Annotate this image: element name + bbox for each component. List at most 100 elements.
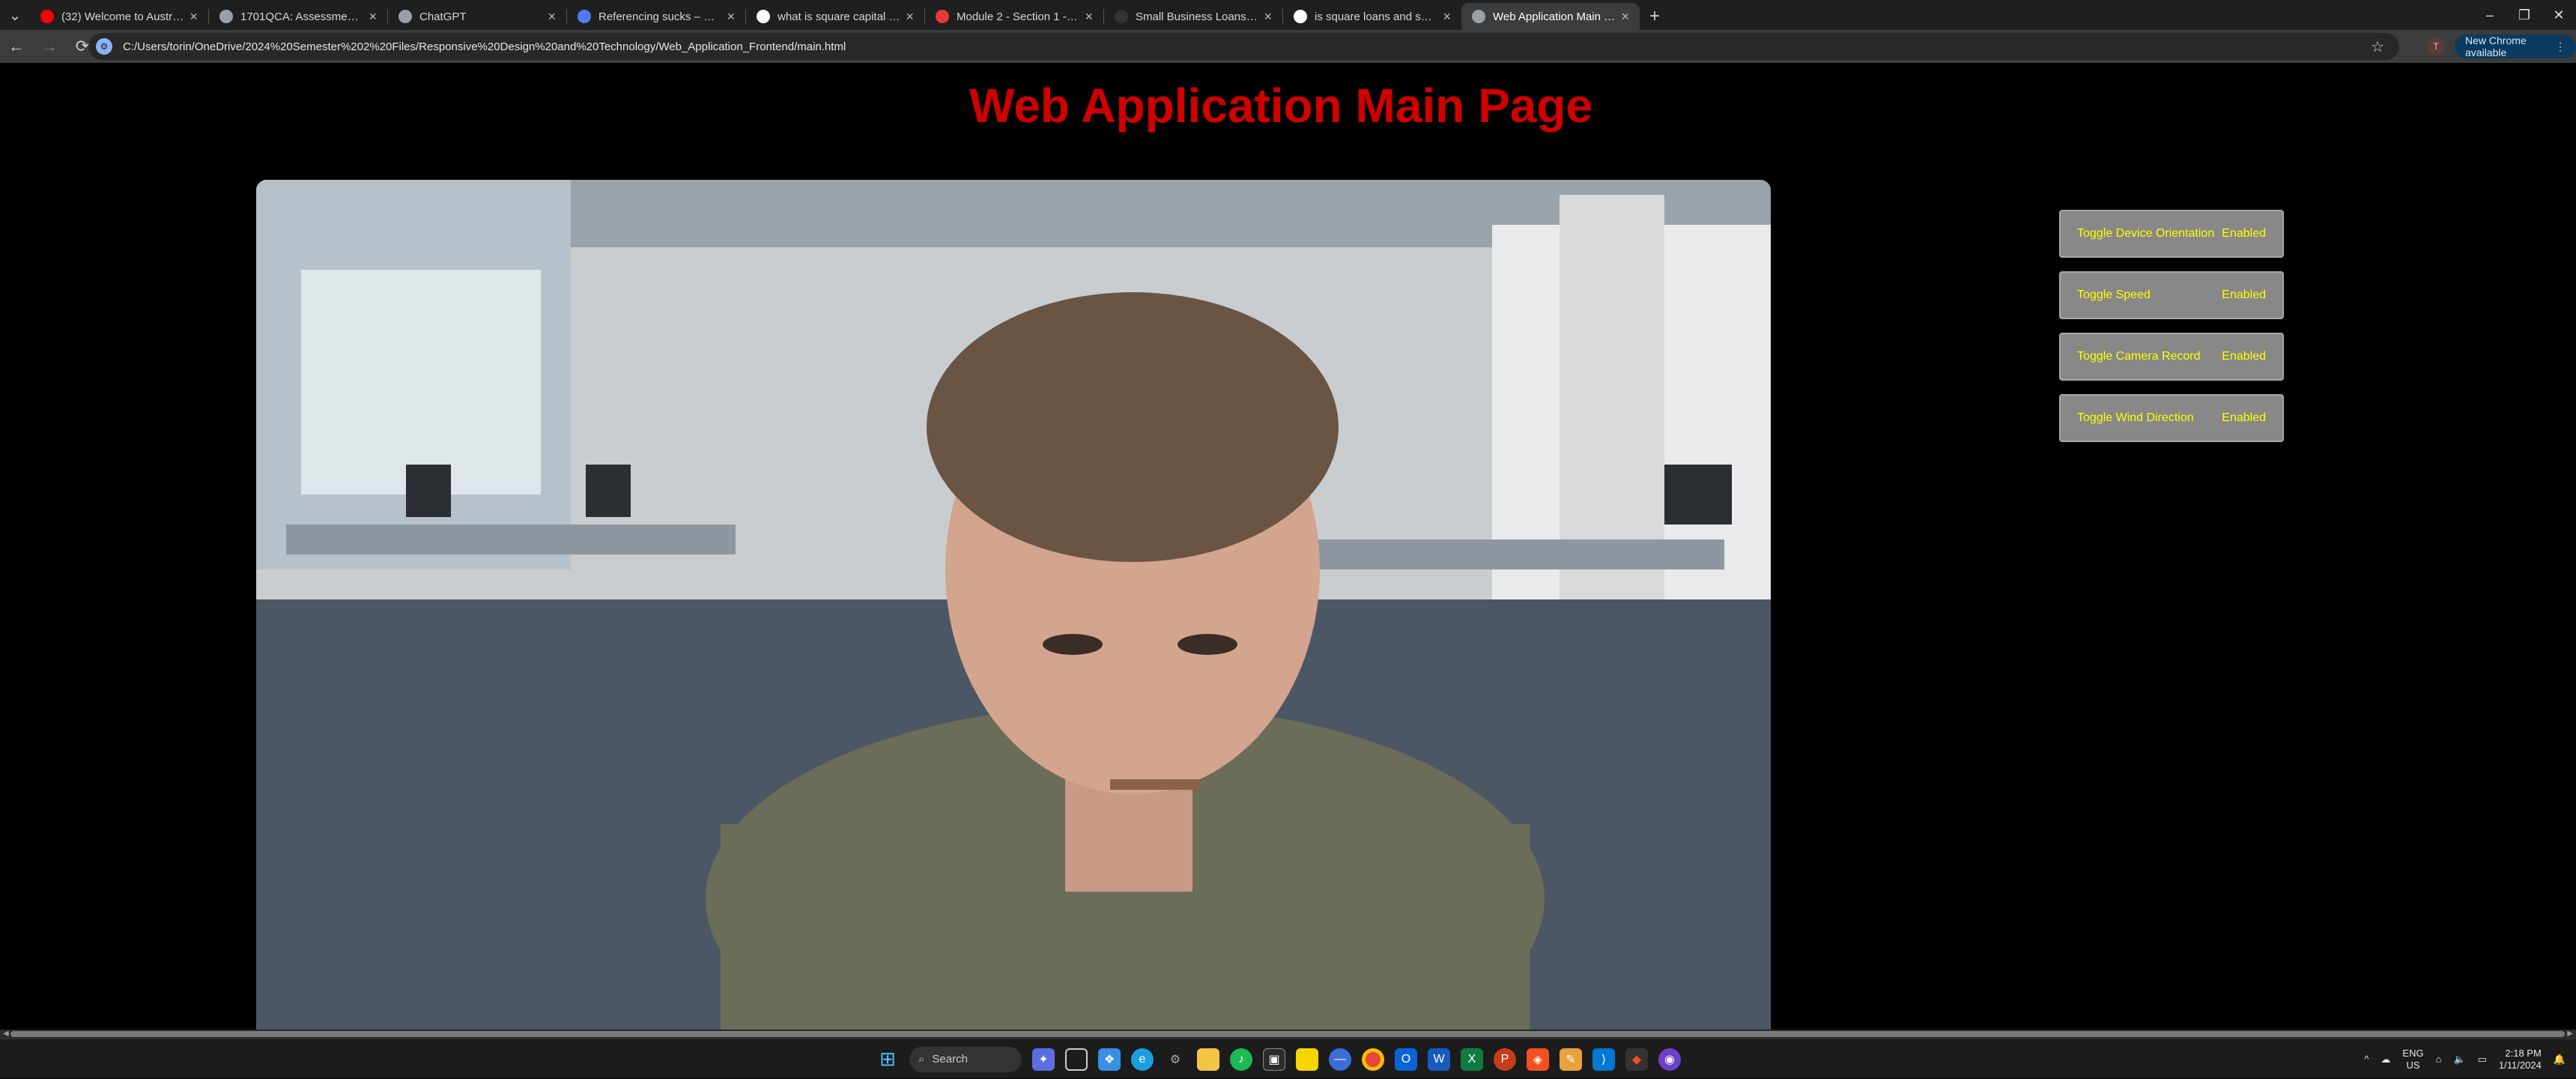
- circle-icon: [936, 10, 949, 23]
- horizontal-scrollbar[interactable]: ◀ ▶: [0, 1030, 2576, 1039]
- browser-tab[interactable]: is square loans and square cap... ×: [1283, 3, 1461, 30]
- tab-close-icon[interactable]: ×: [727, 9, 735, 25]
- tab-close-icon[interactable]: ×: [548, 9, 556, 25]
- task-view-icon[interactable]: [1065, 1048, 1088, 1071]
- language-indicator[interactable]: ENG US: [2402, 1048, 2423, 1072]
- excel-icon[interactable]: X: [1461, 1048, 1483, 1071]
- profile-avatar[interactable]: T: [2427, 37, 2445, 55]
- bookmark-star-icon[interactable]: ☆: [2371, 37, 2384, 56]
- browser-tab[interactable]: (32) Welcome to Australia's M... ×: [30, 3, 208, 30]
- google-icon: [757, 10, 770, 23]
- spotify-icon[interactable]: ♪: [1230, 1048, 1252, 1071]
- office-icon[interactable]: ◈: [1527, 1048, 1549, 1071]
- outlook-icon[interactable]: O: [1395, 1048, 1417, 1071]
- sticky-notes-icon[interactable]: [1296, 1048, 1318, 1071]
- tab-title: Module 2 - Section 1 - How (B)...: [957, 10, 1079, 23]
- close-window-icon[interactable]: ✕: [2542, 0, 2576, 30]
- tab-close-icon[interactable]: ×: [190, 9, 198, 25]
- toggle-button[interactable]: Toggle Device Orientation Enabled: [2059, 210, 2284, 258]
- browser-tab[interactable]: 1701QCA: Assessment 3 | 1701... ×: [209, 3, 387, 30]
- toggle-label: Toggle Device Orientation: [2077, 227, 2215, 240]
- browser-tab[interactable]: what is square capital - Google ×: [746, 3, 924, 30]
- file-explorer-icon[interactable]: [1197, 1048, 1219, 1071]
- toggle-state: Enabled: [2222, 350, 2266, 363]
- github-desktop-icon[interactable]: ◉: [1658, 1048, 1681, 1071]
- page-title: Web Application Main Page: [969, 79, 1593, 133]
- powerpoint-icon[interactable]: P: [1494, 1048, 1516, 1071]
- address-toolbar: ← → ⟳ ⚙ C:/Users/torin/OneDrive/2024%20S…: [0, 30, 2576, 63]
- scroll-left-icon[interactable]: ◀: [3, 1030, 9, 1038]
- tab-close-icon[interactable]: ×: [369, 9, 377, 25]
- browser-tab[interactable]: ChatGPT ×: [388, 3, 566, 30]
- toggle-label: Toggle Camera Record: [2077, 350, 2201, 363]
- minimize-icon[interactable]: –: [2473, 0, 2507, 30]
- tab-close-icon[interactable]: ×: [1085, 9, 1093, 25]
- paint-icon[interactable]: ✎: [1560, 1048, 1582, 1071]
- toggle-button[interactable]: Toggle Wind Direction Enabled: [2059, 394, 2284, 442]
- new-chrome-available-button[interactable]: New Chrome available ⋮: [2455, 34, 2576, 58]
- youtube-icon: [40, 10, 54, 23]
- toggle-label: Toggle Speed: [2077, 288, 2151, 301]
- clock-time: 2:18 PM: [2505, 1047, 2542, 1059]
- start-icon[interactable]: ⊞: [876, 1048, 899, 1071]
- toggle-button[interactable]: Toggle Camera Record Enabled: [2059, 333, 2284, 381]
- google-icon: [1294, 10, 1307, 23]
- forward-button[interactable]: →: [33, 30, 66, 63]
- tab-title: Small Business Loans & Busine...: [1136, 10, 1258, 23]
- browser-tab[interactable]: Referencing sucks – MyBib ×: [567, 3, 745, 30]
- region-code: US: [2406, 1059, 2420, 1071]
- tab-search-chevron-icon[interactable]: ⌄: [0, 0, 30, 30]
- settings-icon[interactable]: ⚙: [1164, 1048, 1187, 1071]
- address-bar[interactable]: ⚙ C:/Users/torin/OneDrive/2024%20Semeste…: [88, 33, 2399, 60]
- maximize-icon[interactable]: ❐: [2507, 0, 2542, 30]
- toggle-state: Enabled: [2222, 227, 2266, 240]
- notifications-icon[interactable]: 🔔: [2554, 1054, 2566, 1066]
- battery-icon[interactable]: ▭: [2478, 1054, 2487, 1066]
- scrollbar-thumb[interactable]: [10, 1031, 2565, 1037]
- tab-close-icon[interactable]: ×: [906, 9, 914, 25]
- site-info-icon[interactable]: ⚙: [96, 38, 112, 55]
- figma-icon[interactable]: ◆: [1625, 1048, 1648, 1071]
- browser-tab[interactable]: Web Application Main Page ×: [1461, 3, 1640, 30]
- new-tab-button[interactable]: +: [1640, 3, 1670, 30]
- language-code: ENG: [2402, 1047, 2424, 1059]
- tab-title: what is square capital - Google: [778, 10, 900, 23]
- tab-close-icon[interactable]: ×: [1621, 9, 1629, 25]
- toggle-state: Enabled: [2222, 288, 2266, 301]
- app-icon[interactable]: —: [1329, 1048, 1351, 1071]
- back-button[interactable]: ←: [0, 30, 33, 63]
- widgets-icon[interactable]: ❖: [1098, 1048, 1121, 1071]
- tab-title: Web Application Main Page: [1493, 10, 1615, 23]
- word-icon[interactable]: W: [1428, 1048, 1450, 1071]
- globe-icon: [219, 10, 233, 23]
- camera-feed-image: [256, 180, 1771, 1030]
- chrome-icon[interactable]: [1362, 1048, 1384, 1071]
- tab-close-icon[interactable]: ×: [1264, 9, 1272, 25]
- tab-title: (32) Welcome to Australia's M...: [61, 10, 184, 23]
- scroll-right-icon[interactable]: ▶: [2567, 1030, 2573, 1038]
- bookmark-icon: [578, 10, 591, 23]
- copilot-icon[interactable]: ✦: [1032, 1048, 1055, 1071]
- page-content: Web Application Main Page Toggle Device: [0, 63, 2576, 1030]
- toggle-label: Toggle Wind Direction: [2077, 411, 2194, 424]
- toggle-button[interactable]: Toggle Speed Enabled: [2059, 271, 2284, 319]
- hidden-icons-chevron-icon[interactable]: ^: [2364, 1054, 2369, 1065]
- edge-icon[interactable]: e: [1131, 1048, 1154, 1071]
- tab-title: ChatGPT: [419, 10, 467, 23]
- browser-tab-strip: ⌄ (32) Welcome to Australia's M...×1701Q…: [0, 0, 2576, 30]
- vscode-icon[interactable]: ⟩: [1592, 1048, 1615, 1071]
- search-icon: ⌕: [918, 1053, 925, 1066]
- taskbar-search[interactable]: ⌕ Search: [909, 1046, 1022, 1072]
- browser-tab[interactable]: Small Business Loans & Busine... ×: [1104, 3, 1282, 30]
- volume-icon[interactable]: 🔈: [2453, 1054, 2465, 1066]
- system-clock[interactable]: 2:18 PM 1/11/2024: [2499, 1048, 2542, 1072]
- network-icon[interactable]: ⌂: [2436, 1054, 2442, 1065]
- toggle-state: Enabled: [2222, 411, 2266, 424]
- tab-close-icon[interactable]: ×: [1443, 9, 1451, 25]
- store-icon[interactable]: ▣: [1263, 1048, 1285, 1071]
- square-icon: [1115, 10, 1128, 23]
- onedrive-icon[interactable]: ☁: [2380, 1054, 2390, 1066]
- browser-tab[interactable]: Module 2 - Section 1 - How (B)... ×: [925, 3, 1103, 30]
- address-url: C:/Users/torin/OneDrive/2024%20Semester%…: [123, 40, 846, 53]
- more-menu-icon[interactable]: ⋮: [2555, 40, 2566, 53]
